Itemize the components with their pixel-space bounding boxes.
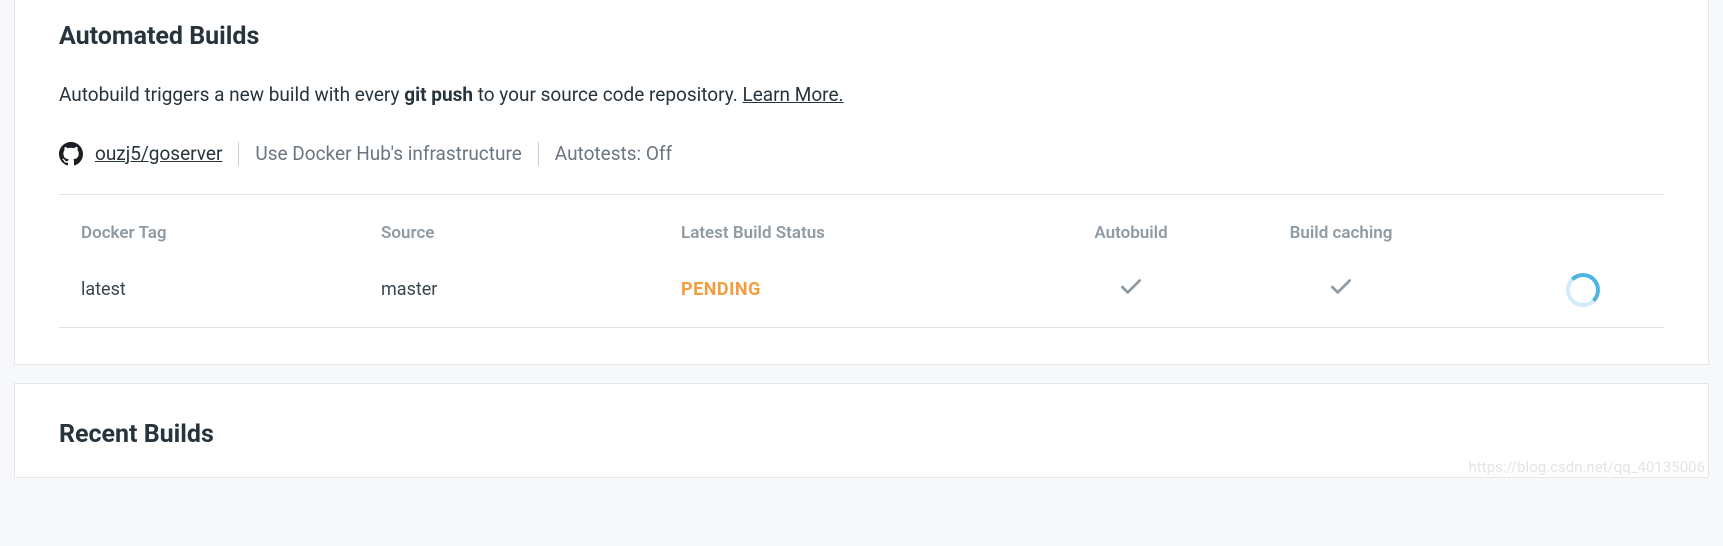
spinner-icon [1566,273,1600,307]
build-rules-table: Docker Tag Source Latest Build Status Au… [59,194,1664,328]
automated-builds-panel: Automated Builds Autobuild triggers a ne… [14,0,1709,365]
github-icon [59,142,83,166]
recent-builds-title: Recent Builds [59,420,1664,449]
automated-builds-description: Autobuild triggers a new build with ever… [59,81,1664,110]
repo-link[interactable]: ouzj5/goserver [95,142,222,165]
cell-autobuild [1031,274,1231,305]
infrastructure-text: Use Docker Hub's infrastructure [255,142,521,165]
table-row: latest master PENDING [59,259,1664,327]
separator [538,142,539,166]
cell-source: master [381,279,681,300]
col-header-docker-tag: Docker Tag [81,223,381,243]
cell-docker-tag: latest [81,279,381,300]
table-header-row: Docker Tag Source Latest Build Status Au… [59,195,1664,259]
check-icon [1328,274,1354,300]
learn-more-link[interactable]: Learn More. [742,83,843,106]
col-header-build-caching: Build caching [1231,223,1451,243]
separator [238,142,239,166]
automated-builds-title: Automated Builds [59,22,1664,51]
desc-suffix: to your source code repository. [473,83,742,106]
col-header-source: Source [381,223,681,243]
recent-builds-panel: Recent Builds [14,383,1709,478]
col-header-autobuild: Autobuild [1031,223,1231,243]
autotests-text: Autotests: Off [555,142,672,165]
desc-bold: git push [404,83,473,106]
col-header-latest-build-status: Latest Build Status [681,223,1031,243]
check-icon [1118,274,1144,300]
cell-build-caching [1231,274,1451,305]
repo-info-row: ouzj5/goserver Use Docker Hub's infrastr… [59,142,1664,166]
desc-prefix: Autobuild triggers a new build with ever… [59,83,404,106]
cell-loading [1451,273,1642,307]
cell-build-status: PENDING [681,279,1031,300]
